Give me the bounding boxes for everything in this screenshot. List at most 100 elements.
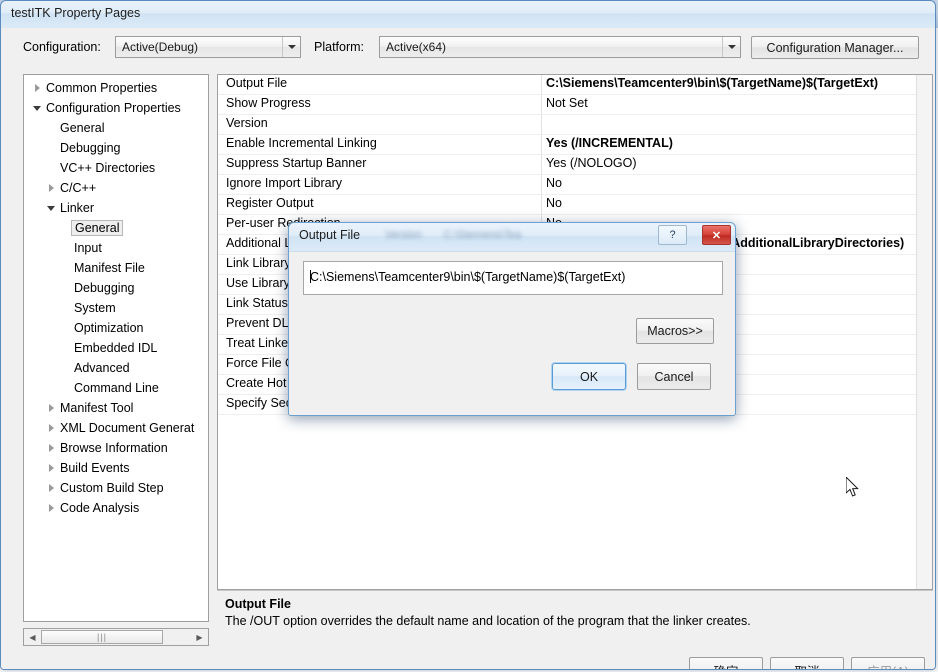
tree-item-label: Manifest Tool [60,401,134,415]
chevron-right-icon[interactable] [44,398,58,418]
dialog-ok-button[interactable]: OK [552,363,626,390]
chevron-right-icon[interactable] [44,418,58,438]
property-row[interactable]: Suppress Startup Banner Yes (/NOLOGO) [218,155,932,175]
column-splitter[interactable] [541,95,542,114]
output-file-input[interactable]: C:\Siemens\Teamcenter9\bin\$(TargetName)… [303,261,723,295]
property-row[interactable]: Show Progress Not Set [218,95,932,115]
property-row[interactable]: Register Output No [218,195,932,215]
property-row[interactable]: Ignore Import Library No [218,175,932,195]
tree-item[interactable]: Manifest Tool [24,398,208,418]
tree-item[interactable]: Custom Build Step [24,478,208,498]
dialog-ghost-text: Version C:\Siemens\Tea [385,229,521,241]
tree-item[interactable]: General [24,118,208,138]
tree-horizontal-scrollbar[interactable]: ◀ ||| ▶ [23,628,209,646]
property-name: Suppress Startup Banner [226,156,367,170]
tree-item-label: Code Analysis [60,501,140,515]
property-value[interactable]: Not Set [546,96,930,110]
tree-item-label: Common Properties [46,81,158,95]
column-splitter[interactable] [541,75,542,94]
grid-vertical-scrollbar[interactable] [916,75,932,589]
property-value[interactable]: No [546,196,930,210]
scroll-track[interactable]: ||| [41,629,191,645]
tree-item[interactable]: Command Line [24,378,208,398]
property-name: Ignore Import Library [226,176,343,190]
chevron-right-icon[interactable] [44,478,58,498]
tree-item[interactable]: Input [24,238,208,258]
tree-item[interactable]: Linker [24,198,208,218]
property-row[interactable]: Output File C:\Siemens\Teamcenter9\bin\$(… [218,75,932,95]
chevron-right-icon[interactable] [44,178,58,198]
scroll-left-icon[interactable]: ◀ [24,629,41,645]
chevron-right-icon[interactable] [44,438,58,458]
tree-item[interactable]: C/C++ [24,178,208,198]
tree-item-label: Advanced [74,361,130,375]
tree-item[interactable]: Build Events [24,458,208,478]
property-value[interactable]: Yes (/NOLOGO) [546,156,930,170]
tree-item[interactable]: System [24,298,208,318]
properties-tree[interactable]: Common Properties Configuration Propertie… [23,74,209,622]
chevron-down-icon[interactable] [44,198,58,218]
column-splitter[interactable] [541,155,542,174]
ok-button[interactable]: 确定 [689,657,763,669]
tree-item[interactable]: Configuration Properties [24,98,208,118]
platform-dropdown-value: Active(x64) [386,40,447,54]
scroll-thumb[interactable]: ||| [41,630,163,644]
column-splitter[interactable] [541,135,542,154]
tree-item[interactable]: Optimization [24,318,208,338]
tree-item-label: Manifest File [74,261,145,275]
description-title: Output File [225,597,291,611]
chevron-right-icon[interactable] [44,498,58,518]
footer-buttons: 确定 取消 应用(A) [1,652,935,669]
dialog-help-icon[interactable]: ? [658,225,687,245]
dialog-cancel-button[interactable]: Cancel [637,363,711,390]
property-row[interactable]: Enable Incremental Linking Yes (/INCREMEN… [218,135,932,155]
tree-item-label: System [74,301,116,315]
scroll-right-icon[interactable]: ▶ [191,629,208,645]
dialog-titlebar[interactable]: Output File Version C:\Siemens\Tea ? ✕ [289,223,735,252]
platform-dropdown[interactable]: Active(x64) [379,36,741,58]
chevron-right-icon[interactable] [44,458,58,478]
chevron-down-icon[interactable] [282,37,300,57]
description-text: The /OUT option overrides the default na… [225,614,751,628]
macros-button[interactable]: Macros>> [636,318,714,344]
column-splitter[interactable] [541,115,542,134]
tree-item-label: Browse Information [60,441,168,455]
tree-item[interactable]: Advanced [24,358,208,378]
tree-item[interactable]: General [24,218,208,238]
chevron-right-icon[interactable] [30,78,44,98]
property-value[interactable]: No [546,176,930,190]
property-value[interactable]: C:\Siemens\Teamcenter9\bin\$(TargetName)… [546,76,930,90]
tree-item-label: Embedded IDL [74,341,158,355]
cancel-button[interactable]: 取消 [770,657,844,669]
chevron-down-icon[interactable] [722,37,740,57]
dialog-close-icon[interactable]: ✕ [702,225,731,245]
column-splitter[interactable] [541,195,542,214]
property-name: Link Status [226,296,288,310]
tree-item[interactable]: VC++ Directories [24,158,208,178]
tree-item[interactable]: Embedded IDL [24,338,208,358]
tree-item[interactable]: Debugging [24,278,208,298]
ghost-text-item: C:\Siemens\Tea [443,229,522,241]
configuration-manager-button[interactable]: Configuration Manager... [751,36,919,59]
tree-item[interactable]: Debugging [24,138,208,158]
apply-button: 应用(A) [851,657,925,669]
screen: File Edit View VAssistX Project Build De… [0,0,938,672]
tree-item[interactable]: Browse Information [24,438,208,458]
configuration-dropdown[interactable]: Active(Debug) [115,36,301,58]
property-name: Register Output [226,196,314,210]
window-titlebar[interactable]: testITK Property Pages [1,1,935,29]
tree-item[interactable]: Common Properties [24,78,208,98]
column-splitter[interactable] [541,175,542,194]
tree-item[interactable]: Code Analysis [24,498,208,518]
chevron-down-icon[interactable] [30,98,44,118]
tree-item[interactable]: Manifest File [24,258,208,278]
property-row[interactable]: Version [218,115,932,135]
tree-item[interactable]: XML Document Generat [24,418,208,438]
property-value[interactable]: Yes (/INCREMENTAL) [546,136,930,150]
